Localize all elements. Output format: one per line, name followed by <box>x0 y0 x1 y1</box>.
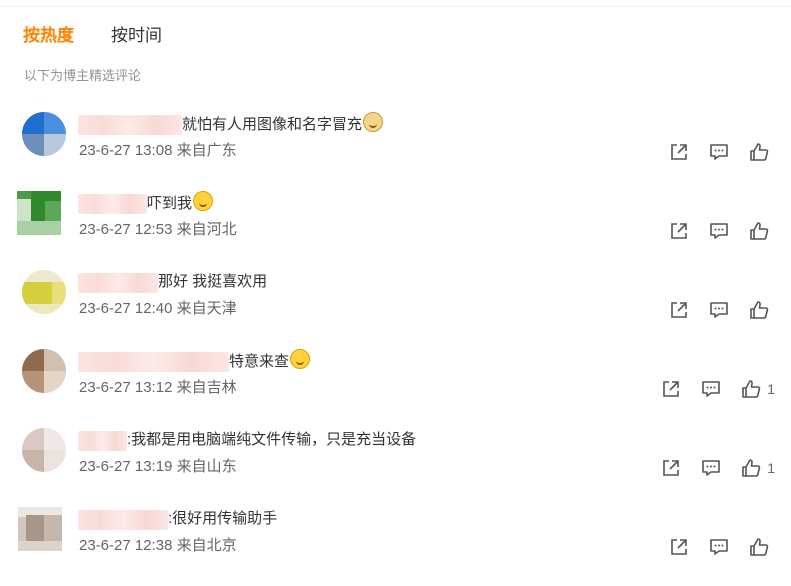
share-button[interactable] <box>667 140 691 164</box>
thumbs-up-icon <box>750 301 769 319</box>
like-button[interactable]: 1 <box>739 456 775 480</box>
tab-sort-by-hot[interactable]: 按热度 <box>23 24 74 48</box>
comment-item: 就怕有人用图像和名字冒充 23-6-27 13:08 来自广东 <box>0 112 791 184</box>
share-icon <box>671 539 687 555</box>
thumbs-up-icon <box>750 222 769 240</box>
top-divider <box>0 6 791 7</box>
avatar[interactable] <box>17 191 61 235</box>
comment-icon <box>710 223 728 239</box>
comment-meta: 23-6-27 12:40 来自天津 <box>79 300 237 317</box>
dog-face-emoji-icon <box>363 112 384 132</box>
like-button[interactable] <box>747 219 775 243</box>
share-button[interactable] <box>659 456 683 480</box>
share-icon <box>671 223 687 239</box>
like-button[interactable]: 1 <box>739 377 775 401</box>
share-icon <box>663 381 680 397</box>
comment-button[interactable] <box>707 535 731 559</box>
like-button[interactable] <box>747 140 775 164</box>
username-blurred[interactable] <box>78 115 182 135</box>
featured-comments-label: 以下为博主精选评论 <box>24 68 142 83</box>
comment-actions <box>651 535 775 559</box>
share-icon <box>663 460 680 476</box>
avatar[interactable] <box>22 349 66 393</box>
comment-item: 那好 我挺喜欢用 23-6-27 12:40 来自天津 <box>0 270 791 342</box>
comment-icon <box>710 302 728 318</box>
comment-item: 吓到我 23-6-27 12:53 来自河北 <box>0 191 791 263</box>
comment-meta: 23-6-27 13:08 来自广东 <box>79 142 237 159</box>
comment-actions: 1 <box>643 377 775 401</box>
share-button[interactable] <box>667 535 691 559</box>
smiling-face-emoji-icon <box>193 191 214 211</box>
comment-actions <box>651 219 775 243</box>
comment-button[interactable] <box>707 219 731 243</box>
share-button[interactable] <box>667 219 691 243</box>
comment-actions: 1 <box>643 456 775 480</box>
comment-text: :我都是用电脑端纯文件传输，只是充当设备 <box>127 431 417 448</box>
comment-icon <box>702 381 721 397</box>
comment-meta: 23-6-27 12:38 来自北京 <box>79 537 237 554</box>
avatar[interactable] <box>22 112 66 156</box>
thumbs-up-icon <box>750 143 769 161</box>
comment-meta: 23-6-27 12:53 来自河北 <box>79 221 237 238</box>
avatar[interactable] <box>22 270 66 314</box>
like-count: 1 <box>767 381 775 397</box>
tab-sort-by-time[interactable]: 按时间 <box>111 24 162 48</box>
thumbs-up-icon <box>742 380 761 398</box>
comment-item: 特意来查 23-6-27 13:12 来自吉林 1 <box>0 349 791 421</box>
share-button[interactable] <box>659 377 683 401</box>
comment-text: 特意来查 <box>229 349 311 374</box>
username-blurred[interactable] <box>78 273 158 293</box>
comment-text: 那好 我挺喜欢用 <box>158 273 268 290</box>
comment-text: :很好用传输助手 <box>168 510 278 527</box>
sort-tabs: 按热度 按时间 <box>23 24 162 48</box>
username-blurred[interactable] <box>78 431 127 451</box>
like-count: 1 <box>767 460 775 476</box>
like-button[interactable] <box>747 298 775 322</box>
share-icon <box>671 302 687 318</box>
comment-button[interactable] <box>707 298 731 322</box>
crying-laughing-emoji-icon <box>290 349 311 369</box>
comment-button[interactable] <box>707 140 731 164</box>
username-blurred[interactable] <box>78 194 147 214</box>
comment-actions <box>651 140 775 164</box>
comment-actions <box>651 298 775 322</box>
thumbs-up-icon <box>742 459 761 477</box>
comment-button[interactable] <box>699 377 723 401</box>
comment-icon <box>710 144 728 160</box>
comment-item: :很好用传输助手 23-6-27 12:38 来自北京 <box>0 507 791 579</box>
comment-button[interactable] <box>699 456 723 480</box>
share-icon <box>671 144 687 160</box>
avatar[interactable] <box>18 507 62 551</box>
username-blurred[interactable] <box>78 510 168 530</box>
share-button[interactable] <box>667 298 691 322</box>
thumbs-up-icon <box>750 538 769 556</box>
comment-icon <box>710 539 728 555</box>
comment-item: :我都是用电脑端纯文件传输，只是充当设备 23-6-27 13:19 来自山东 … <box>0 428 791 500</box>
comment-meta: 23-6-27 13:12 来自吉林 <box>79 379 237 396</box>
like-button[interactable] <box>747 535 775 559</box>
comment-text: 就怕有人用图像和名字冒充 <box>182 112 384 137</box>
avatar[interactable] <box>22 428 66 472</box>
username-blurred[interactable] <box>78 352 229 372</box>
comment-meta: 23-6-27 13:19 来自山东 <box>79 458 237 475</box>
comment-icon <box>702 460 721 476</box>
comment-text: 吓到我 <box>147 191 214 216</box>
